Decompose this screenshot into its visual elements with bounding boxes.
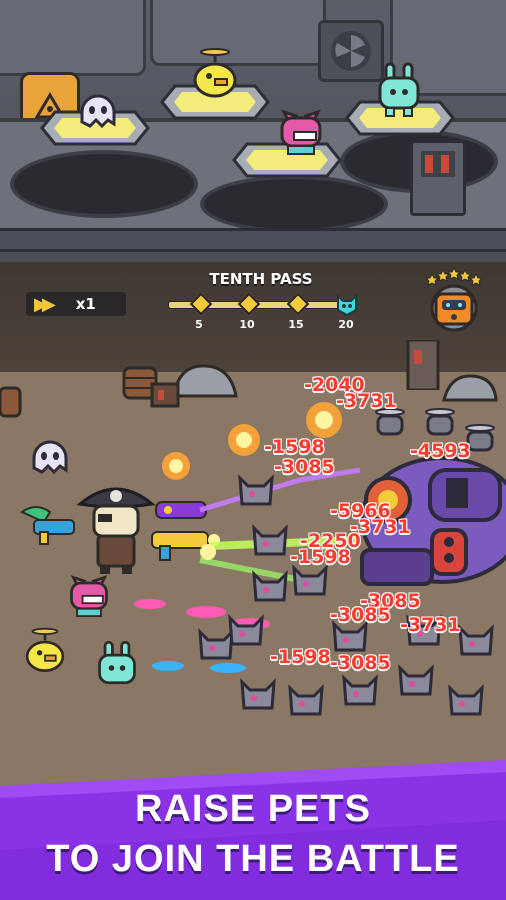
- gray-minion-enemy[interactable]: [396, 660, 436, 704]
- damage-number: -3731: [400, 614, 461, 636]
- drone-enemy[interactable]: [420, 404, 460, 444]
- damage-number: -3731: [336, 390, 397, 412]
- gray-minion-enemy[interactable]: [446, 680, 486, 724]
- damage-number: -3085: [330, 604, 391, 626]
- gray-minion-enemy[interactable]: [238, 674, 278, 718]
- damage-number: -1598: [264, 436, 325, 458]
- banner-line-2: TO JOIN THE BATTLE: [46, 838, 460, 880]
- gray-minion-enemy[interactable]: [456, 620, 496, 664]
- gray-minion-enemy[interactable]: [250, 566, 290, 610]
- damage-number: -3085: [274, 456, 335, 478]
- banner-line-1: RAISE PETS: [135, 788, 371, 830]
- damage-number: -1598: [270, 646, 331, 668]
- gray-minion-enemy[interactable]: [226, 610, 266, 654]
- game-screen: ▶▶ x1 TENTH PASS 5 10 15 20 -2040 -3731 …: [0, 0, 506, 900]
- gray-minion-enemy[interactable]: [236, 470, 276, 514]
- gray-minion-enemy[interactable]: [340, 670, 380, 714]
- promo-banner: RAISE PETS TO JOIN THE BATTLE: [0, 760, 506, 900]
- gray-minion-enemy[interactable]: [250, 520, 290, 564]
- damage-number: -4593: [410, 440, 471, 462]
- damage-number: -3085: [330, 652, 391, 674]
- damage-number: -1598: [290, 546, 351, 568]
- gray-minion-enemy[interactable]: [286, 680, 326, 724]
